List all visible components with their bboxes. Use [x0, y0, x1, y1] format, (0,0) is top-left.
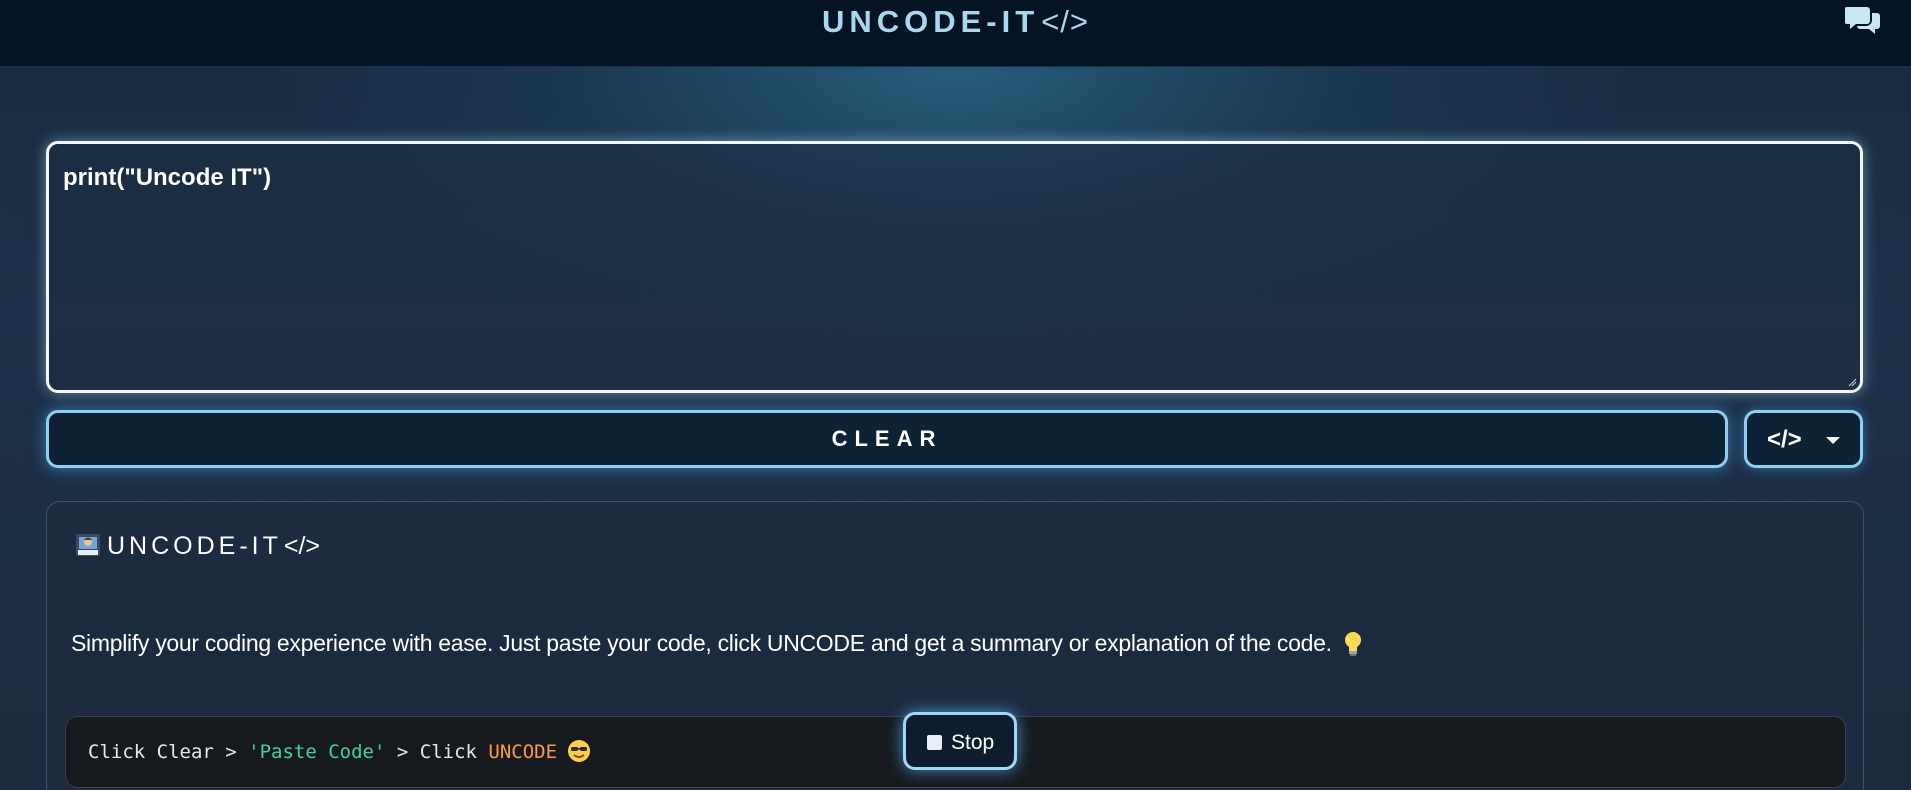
code-icon: </> — [1767, 426, 1802, 453]
step-uncode: UNCODE — [488, 741, 558, 763]
code-input-value: print("Uncode IT") — [63, 164, 272, 191]
language-select-dropdown[interactable]: </> — [1744, 410, 1863, 468]
panel-title: UNCODE-IT</> — [75, 532, 320, 561]
stop-button-label: Stop — [951, 731, 995, 754]
caret-down-icon — [1826, 437, 1840, 444]
chat-bubbles-icon[interactable] — [1844, 4, 1881, 38]
app-title-name: UNCODE-IT — [821, 4, 1040, 39]
step-click-clear: Click Clear > — [88, 741, 249, 763]
resize-handle-icon[interactable] — [1847, 377, 1857, 387]
stop-square-icon — [927, 735, 942, 750]
panel-title-code-tag: </> — [283, 532, 321, 560]
top-navigation-bar: UNCODE-IT</> — [0, 0, 1911, 67]
sunglasses-face-icon — [568, 740, 591, 762]
code-input-textarea[interactable]: print("Uncode IT") — [46, 141, 1863, 393]
panel-description: Simplify your coding experience with eas… — [71, 630, 1362, 657]
stop-button[interactable]: Stop — [903, 712, 1017, 770]
step-paste-code: 'Paste Code' — [248, 741, 386, 763]
step-click: > Click — [385, 741, 489, 763]
clear-button[interactable]: CLEAR — [46, 410, 1728, 468]
panel-description-text: Simplify your coding experience with eas… — [71, 630, 1332, 656]
technologist-emoji-icon — [76, 534, 100, 556]
app-title: UNCODE-IT</> — [0, 4, 1911, 40]
panel-title-name: UNCODE-IT — [107, 532, 282, 560]
light-bulb-icon — [1344, 632, 1361, 656]
app-title-code-tag: </> — [1041, 4, 1090, 39]
